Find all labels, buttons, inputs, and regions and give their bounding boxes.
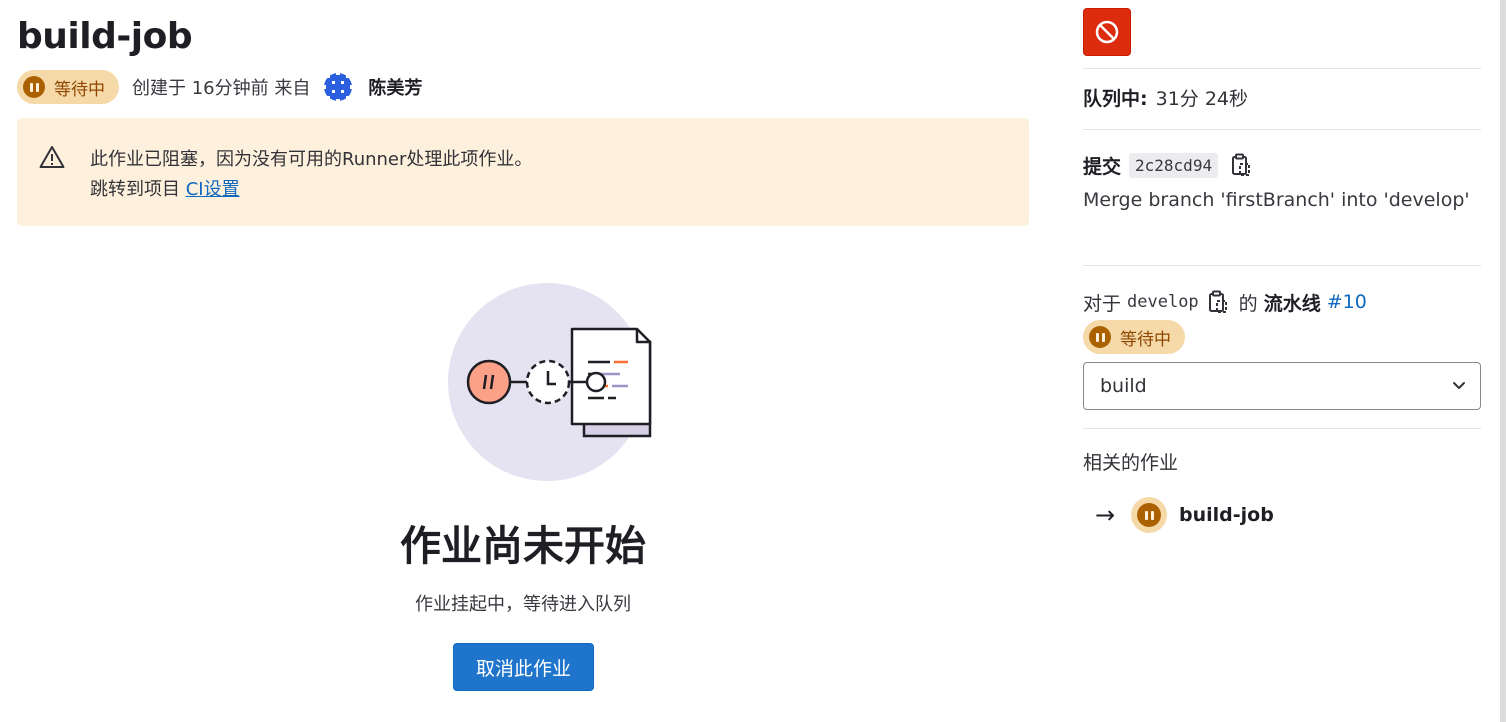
pipeline-row: 对于 develop 的 流水线 #10 (1083, 287, 1367, 317)
divider (1083, 129, 1481, 130)
queued-duration: 队列中: 31分 24秒 (1083, 84, 1248, 111)
divider (1083, 265, 1481, 266)
job-status-icon (1131, 497, 1167, 533)
ci-settings-link[interactable]: CI设置 (186, 179, 240, 200)
empty-state-description: 作业挂起中，等待进入队列 (415, 594, 631, 615)
copy-to-clipboard-icon[interactable] (1230, 153, 1252, 177)
job-title: build-job (17, 16, 193, 57)
queued-value: 31分 24秒 (1155, 88, 1249, 110)
blocked-alert: 此作业已阻塞，因为没有可用的Runner处理此项作业。 跳转到项目 CI设置 (17, 118, 1029, 226)
status-badge[interactable]: 等待中 (17, 70, 119, 104)
pipeline-label: 流水线 (1263, 292, 1321, 315)
alert-line1: 此作业已阻塞，因为没有可用的Runner处理此项作业。 (90, 149, 533, 170)
job-meta: 等待中 创建于 16分钟前 来自 陈美芳 (17, 69, 422, 105)
stage-dropdown[interactable]: build (1083, 362, 1481, 410)
divider (1083, 68, 1481, 69)
empty-state-title: 作业尚未开始 (400, 522, 646, 570)
status-pending-icon (23, 76, 45, 98)
status-badge-label: 等待中 (54, 79, 105, 100)
related-job-item[interactable]: → build-job (1095, 496, 1274, 534)
avatar[interactable] (320, 69, 357, 105)
warning-icon (39, 146, 65, 168)
pipeline-prefix: 对于 (1083, 292, 1122, 315)
alert-line2: 跳转到项目 CI设置 (90, 175, 532, 205)
pipeline-status-label: 等待中 (1120, 329, 1171, 350)
commit-row: 提交 2c28cd94 (1083, 150, 1252, 180)
divider (1083, 428, 1481, 429)
pipeline-status-badge[interactable]: 等待中 (1083, 320, 1185, 354)
stage-dropdown-value: build (1100, 375, 1147, 397)
status-pending-icon (1089, 326, 1111, 348)
pipeline-of: 的 (1238, 292, 1258, 315)
related-job-name: build-job (1179, 504, 1274, 526)
cancel-circle-icon (1095, 20, 1119, 44)
created-text: 创建于 16分钟前 来自 (132, 78, 311, 99)
cancel-job-button[interactable]: 取消此作业 (453, 643, 594, 691)
chevron-down-icon (1453, 382, 1465, 389)
commit-label: 提交 (1083, 155, 1122, 178)
queued-label: 队列中: (1083, 88, 1148, 110)
pending-illustration (448, 283, 652, 481)
erase-job-button[interactable] (1083, 8, 1131, 56)
commit-sha[interactable]: 2c28cd94 (1129, 152, 1219, 178)
author-name[interactable]: 陈美芳 (368, 74, 422, 100)
commit-message: Merge branch 'firstBranch' into 'develop… (1083, 189, 1470, 211)
current-job-arrow-icon: → (1095, 501, 1116, 529)
alert-text: 此作业已阻塞，因为没有可用的Runner处理此项作业。 跳转到项目 CI设置 (90, 145, 532, 205)
page-scrollbar[interactable] (1500, 0, 1506, 722)
branch-name[interactable]: develop (1127, 292, 1199, 312)
alert-line2-prefix: 跳转到项目 (90, 179, 186, 200)
status-pending-icon (1137, 503, 1161, 527)
pipeline-link[interactable]: #10 (1327, 291, 1367, 313)
related-jobs-title: 相关的作业 (1083, 452, 1179, 474)
copy-to-clipboard-icon[interactable] (1207, 290, 1229, 314)
